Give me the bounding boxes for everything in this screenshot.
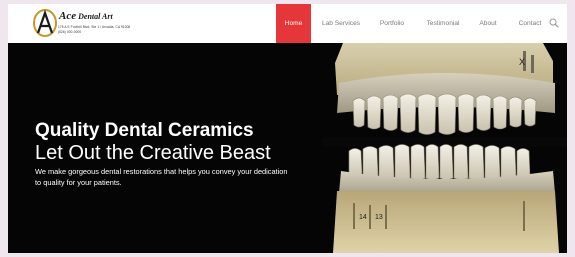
logo-phone: (626) 000-0000 [58, 29, 82, 34]
nav-item-contact[interactable]: Contact [510, 4, 550, 43]
logo-name: Ace Dental Art [59, 10, 113, 22]
nav-item-lab-services[interactable]: Lab Services [316, 4, 366, 43]
nav-item-portfolio[interactable]: Portfolio [372, 4, 412, 43]
nav-item-home[interactable]: Home [276, 4, 311, 43]
hero-banner: Quality Dental Ceramics Let Out the Crea… [8, 43, 567, 253]
logo-mark-icon [33, 9, 57, 37]
site-header: Ace Dental Art 175 A E Foothill Blvd, Ste… [8, 4, 567, 43]
logo-address: 175 A E Foothill Blvd, Ste 1 / Arcadia, … [58, 25, 131, 29]
photo-label-x: X [519, 57, 525, 67]
photo-label-13: 13 [375, 214, 383, 221]
hero-title: Quality Dental Ceramics [35, 120, 254, 141]
search-icon[interactable] [549, 18, 559, 28]
nav-item-testimonial[interactable]: Testimonial [421, 4, 465, 43]
nav-item-about[interactable]: About [471, 4, 505, 43]
logo[interactable]: Ace Dental Art 175 A E Foothill Blvd, Ste… [32, 8, 132, 38]
page-frame: Ace Dental Art 175 A E Foothill Blvd, Ste… [8, 4, 567, 253]
photo-label-14: 14 [359, 214, 367, 221]
dental-model-photo: X 14 13 [323, 43, 567, 253]
hero-subtitle: Let Out the Creative Beast [35, 142, 271, 164]
hero-description: We make gorgeous dental restorations tha… [35, 167, 288, 187]
